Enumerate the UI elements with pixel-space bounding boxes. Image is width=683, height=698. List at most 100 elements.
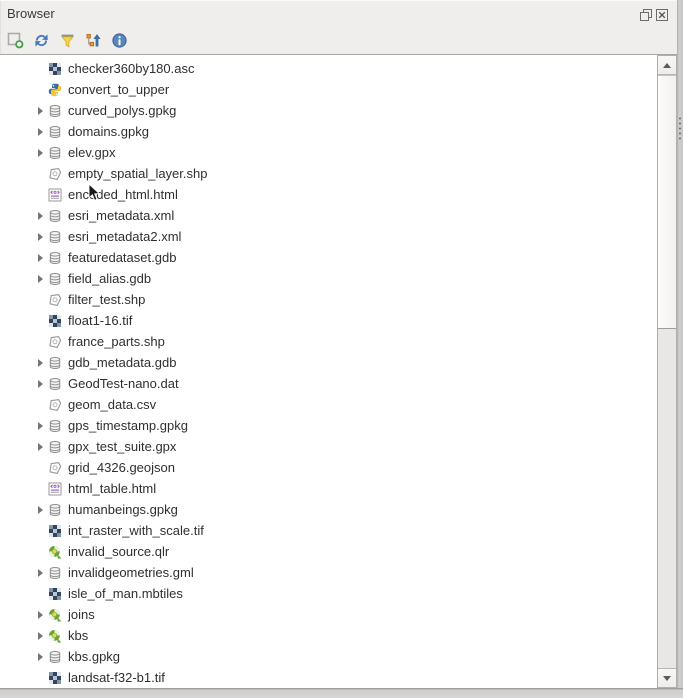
expand-arrow-icon[interactable] — [33, 128, 47, 136]
tree-item[interactable]: empty_spatial_layer.shp — [0, 163, 683, 184]
qgis-icon — [47, 628, 63, 644]
panel-title: Browser — [7, 6, 55, 21]
tree-item[interactable]: int_raster_with_scale.tif — [0, 520, 683, 541]
tree-item[interactable]: field_alias.gdb — [0, 268, 683, 289]
database-icon — [47, 649, 63, 665]
tree-item[interactable]: kbs — [0, 625, 683, 646]
database-icon — [47, 355, 63, 371]
tree-item[interactable]: gpx_test_suite.gpx — [0, 436, 683, 457]
tree-item[interactable]: invalidgeometries.gml — [0, 562, 683, 583]
expand-arrow-icon[interactable] — [33, 443, 47, 451]
tree-item[interactable]: GeodTest-nano.dat — [0, 373, 683, 394]
expand-arrow-icon[interactable] — [33, 380, 47, 388]
tree-item-label: field_alias.gdb — [68, 271, 151, 286]
database-icon — [47, 418, 63, 434]
database-icon — [47, 103, 63, 119]
raster-icon — [47, 313, 63, 329]
scroll-down-button[interactable] — [658, 668, 676, 687]
browser-tree[interactable]: checker360by180.asc convert_to_uppercurve… — [0, 54, 683, 688]
tree-item[interactable]: encoded_html.html — [0, 184, 683, 205]
expand-arrow-icon[interactable] — [33, 254, 47, 262]
tree-item[interactable]: joins — [0, 604, 683, 625]
tree-item[interactable]: elev.gpx — [0, 142, 683, 163]
scroll-up-button[interactable] — [658, 56, 676, 75]
expand-arrow-icon[interactable] — [33, 233, 47, 241]
tree-item[interactable]: html_table.html — [0, 478, 683, 499]
browser-panel: Browser checker360by180.asc convert_to_up… — [0, 0, 683, 698]
tree-item[interactable]: featuredataset.gdb — [0, 247, 683, 268]
vertical-scrollbar[interactable] — [657, 55, 677, 688]
tree-item[interactable]: float1-16.tif — [0, 310, 683, 331]
tree-item-label: checker360by180.asc — [68, 61, 194, 76]
tree-item[interactable]: landsat-f32-b1.tif — [0, 667, 683, 688]
scrollbar-thumb[interactable] — [658, 75, 676, 329]
tree-item[interactable]: geom_data.csv — [0, 394, 683, 415]
expand-arrow-icon[interactable] — [33, 653, 47, 661]
tree-item[interactable]: checker360by180.asc — [0, 58, 683, 79]
chevron-right-icon — [38, 275, 43, 283]
collapse-all-button[interactable] — [80, 28, 106, 52]
add-layer-icon — [7, 32, 24, 49]
tree-item-label: invalid_source.qlr — [68, 544, 169, 559]
expand-arrow-icon[interactable] — [33, 359, 47, 367]
tree-item-label: invalidgeometries.gml — [68, 565, 194, 580]
python-icon — [47, 82, 63, 98]
tree-item[interactable]: isle_of_man.mbtiles — [0, 583, 683, 604]
close-panel-button[interactable] — [655, 8, 669, 22]
expand-arrow-icon[interactable] — [33, 212, 47, 220]
raster-icon — [47, 586, 63, 602]
filter-browser-button[interactable] — [54, 28, 80, 52]
tree-item-label: empty_spatial_layer.shp — [68, 166, 207, 181]
tree-item[interactable]: curved_polys.gpkg — [0, 100, 683, 121]
tree-item-label: html_table.html — [68, 481, 156, 496]
tree-item[interactable]: gdb_metadata.gdb — [0, 352, 683, 373]
tree-item-label: int_raster_with_scale.tif — [68, 523, 204, 538]
tree-item[interactable]: esri_metadata2.xml — [0, 226, 683, 247]
panel-titlebar: Browser — [0, 0, 677, 27]
vector-icon — [47, 397, 63, 413]
info-icon — [111, 32, 128, 49]
database-icon — [47, 271, 63, 287]
database-icon — [47, 229, 63, 245]
tree-item[interactable]: france_parts.shp — [0, 331, 683, 352]
expand-arrow-icon[interactable] — [33, 506, 47, 514]
collapse-all-icon — [85, 32, 102, 49]
expand-arrow-icon[interactable] — [33, 569, 47, 577]
panel-splitter[interactable] — [677, 0, 683, 698]
expand-arrow-icon[interactable] — [33, 275, 47, 283]
tree-item-label: featuredataset.gdb — [68, 250, 176, 265]
tree-item[interactable]: gps_timestamp.gpkg — [0, 415, 683, 436]
expand-arrow-icon[interactable] — [33, 149, 47, 157]
tree-item[interactable]: esri_metadata.xml — [0, 205, 683, 226]
tree-item[interactable]: domains.gpkg — [0, 121, 683, 142]
undock-panel-button[interactable] — [639, 8, 653, 22]
chevron-right-icon — [38, 422, 43, 430]
tree-item[interactable]: filter_test.shp — [0, 289, 683, 310]
tree-item[interactable]: invalid_source.qlr — [0, 541, 683, 562]
tree-item[interactable]: humanbeings.gpkg — [0, 499, 683, 520]
expand-arrow-icon[interactable] — [33, 107, 47, 115]
tree-item[interactable]: grid_4326.geojson — [0, 457, 683, 478]
show-properties-button[interactable] — [106, 28, 132, 52]
database-icon — [47, 565, 63, 581]
tree-item-label: kbs.gpkg — [68, 649, 120, 664]
vector-icon — [47, 292, 63, 308]
refresh-button[interactable] — [28, 28, 54, 52]
chevron-right-icon — [38, 254, 43, 262]
tree-item-label: joins — [68, 607, 95, 622]
tree-item[interactable]: kbs.gpkg — [0, 646, 683, 667]
database-icon — [47, 124, 63, 140]
tree-item-label: encoded_html.html — [68, 187, 178, 202]
add-selected-layers-button[interactable] — [2, 28, 28, 52]
chevron-right-icon — [38, 107, 43, 115]
expand-arrow-icon[interactable] — [33, 422, 47, 430]
browser-toolbar — [2, 27, 132, 53]
tree-item-label: float1-16.tif — [68, 313, 132, 328]
chevron-right-icon — [38, 359, 43, 367]
tree-item[interactable]: convert_to_upper — [0, 79, 683, 100]
expand-arrow-icon[interactable] — [33, 632, 47, 640]
expand-arrow-icon[interactable] — [33, 611, 47, 619]
vector-icon — [47, 334, 63, 350]
filter-icon — [59, 32, 76, 49]
tree-item-label: grid_4326.geojson — [68, 460, 175, 475]
